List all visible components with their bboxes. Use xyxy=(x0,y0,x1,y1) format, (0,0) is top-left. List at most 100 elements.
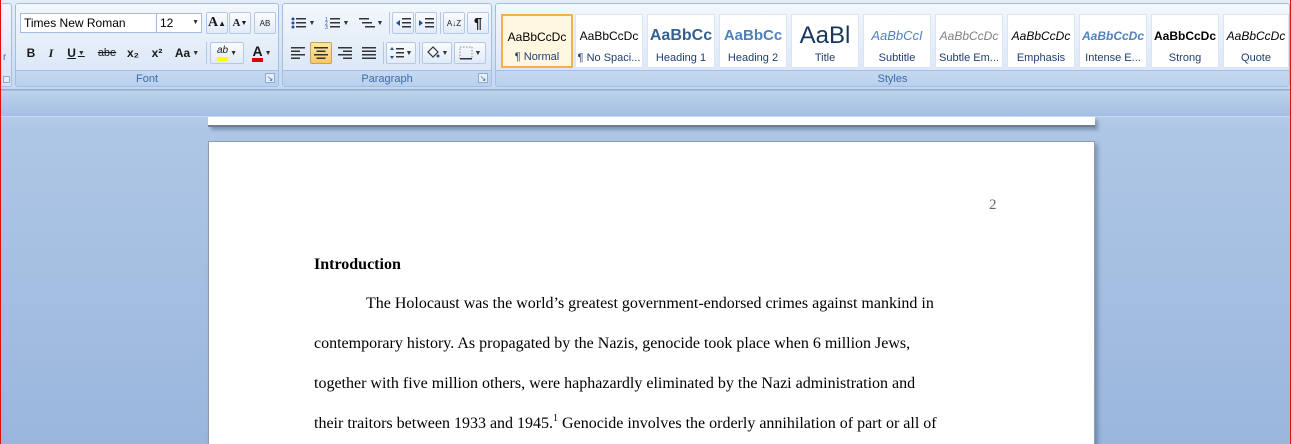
chevron-down-icon: ▼ xyxy=(192,19,199,26)
clear-formatting-button[interactable]: AB xyxy=(254,12,276,34)
style-subtitle[interactable]: AaBbCcI Subtitle xyxy=(863,14,931,68)
multilevel-list-button[interactable]: ▼ xyxy=(355,12,387,34)
document-area[interactable]: 2 Introduction The Holocaust was the wor… xyxy=(1,91,1290,444)
paragraph-group-label: Paragraph xyxy=(283,70,491,86)
style-normal[interactable]: AaBbCcDc ¶ Normal xyxy=(501,14,573,68)
footnote-reference[interactable]: 1 xyxy=(553,413,558,424)
paragraph-line: together with five million others, were … xyxy=(314,375,916,392)
shrink-font-button[interactable]: A ▼ xyxy=(229,12,251,34)
style-preview: AaBbCcDc xyxy=(579,29,639,43)
page-number: 2 xyxy=(989,197,997,213)
change-case-icon: Aa xyxy=(174,46,191,60)
chevron-down-icon: ▼ xyxy=(308,19,316,27)
align-center-button[interactable] xyxy=(310,42,332,64)
italic-icon: I xyxy=(48,45,54,60)
previous-page-bottom xyxy=(208,117,1095,127)
style-heading-1[interactable]: AaBbCc Heading 1 xyxy=(647,14,715,68)
style-preview: AaBbCcDc xyxy=(507,30,567,44)
highlight-icon: ab xyxy=(216,45,229,61)
borders-button[interactable]: ▼ xyxy=(454,42,486,64)
paragraph-line: their traitors between 1933 and 1945.1 G… xyxy=(314,404,1004,444)
font-color-button[interactable]: A ▼ xyxy=(246,42,278,64)
align-right-button[interactable] xyxy=(334,42,356,64)
line-text-before: their traitors between 1933 and 1945. xyxy=(314,415,554,432)
superscript-icon: x² xyxy=(151,46,163,60)
style-preview: AaBbCcDc xyxy=(1011,29,1071,43)
style-name: Title xyxy=(814,52,836,64)
document-heading: Introduction xyxy=(314,256,401,273)
sort-icon: A↓Z xyxy=(446,18,462,28)
style-name: Subtle Em... xyxy=(939,52,999,64)
styles-group: AaBbCcDc ¶ Normal AaBbCcDc ¶ No Spaci...… xyxy=(495,3,1290,87)
font-size-dropdown[interactable]: 12 ▼ xyxy=(156,13,202,33)
shading-button[interactable]: ▼ xyxy=(422,42,452,64)
ribbon: r Times New Roman ▼ 12 ▼ A▲ A▼ AB B I U▼… xyxy=(1,0,1290,90)
italic-button[interactable]: I xyxy=(42,42,60,64)
document-page[interactable]: 2 Introduction The Holocaust was the wor… xyxy=(208,141,1095,444)
style-preview: AaBbCcDc xyxy=(1153,29,1216,43)
bold-button[interactable]: B xyxy=(22,42,40,64)
style-emphasis[interactable]: AaBbCcDc Emphasis xyxy=(1007,14,1075,68)
style-name: Heading 2 xyxy=(727,52,779,64)
style-preview: AaBbCcDc xyxy=(939,29,999,43)
document-paragraph[interactable]: The Holocaust was the world’s greatest g… xyxy=(314,284,1004,444)
strikethrough-button[interactable]: abe xyxy=(94,42,120,64)
increase-indent-icon xyxy=(419,18,434,28)
chevron-down-icon: ▼ xyxy=(264,49,272,57)
underline-button[interactable]: U ▼ xyxy=(62,42,90,64)
clipboard-group-edge: r xyxy=(2,3,12,87)
separator xyxy=(383,42,384,64)
style-name: Quote xyxy=(1241,52,1271,64)
style-strong[interactable]: AaBbCcDc Strong xyxy=(1151,14,1219,68)
line-text-after: Genocide involves the orderly annihilati… xyxy=(558,415,937,432)
font-name-dropdown[interactable]: Times New Roman ▼ xyxy=(20,13,170,33)
superscript-button[interactable]: x² xyxy=(146,42,168,64)
numbering-icon: 123 xyxy=(325,17,340,30)
chevron-down-icon: ▼ xyxy=(342,19,350,27)
paragraph-group: ▼ 1 2 3 ▼ ▼ A↓Z ¶ ▼ ▼ ▼ Paragraph ↘ xyxy=(282,3,492,87)
strikethrough-icon: abe xyxy=(97,47,117,59)
style-title[interactable]: AaBl Title xyxy=(791,14,859,68)
style-name: Heading 1 xyxy=(655,52,707,64)
justify-button[interactable] xyxy=(358,42,380,64)
clipboard-launcher[interactable] xyxy=(3,76,10,83)
font-group-label: Font xyxy=(16,70,278,86)
bullets-button[interactable]: ▼ xyxy=(287,12,319,34)
borders-icon xyxy=(459,46,473,60)
align-left-button[interactable] xyxy=(287,42,309,64)
increase-indent-button[interactable] xyxy=(415,12,437,34)
numbering-button[interactable]: 1 2 3 ▼ xyxy=(321,12,353,34)
grow-font-icon: A xyxy=(207,15,219,30)
multilevel-list-icon xyxy=(358,18,375,28)
style-name: Subtitle xyxy=(878,52,916,64)
separator xyxy=(419,42,420,64)
chevron-down-icon: ▼ xyxy=(405,49,413,57)
font-name-value: Times New Roman xyxy=(24,16,126,30)
style-heading-2[interactable]: AaBbCc Heading 2 xyxy=(719,14,787,68)
font-dialog-launcher-icon[interactable]: ↘ xyxy=(265,73,275,83)
style-no-spacing[interactable]: AaBbCcDc ¶ No Spaci... xyxy=(575,14,643,68)
chevron-down-icon: ▼ xyxy=(77,49,85,57)
style-intense-emphasis[interactable]: AaBbCcDc Intense E... xyxy=(1079,14,1147,68)
shrink-font-icon: A xyxy=(232,17,241,29)
clipboard-edge-label: r xyxy=(3,52,7,63)
style-quote[interactable]: AaBbCcDc Quote xyxy=(1223,14,1289,68)
subscript-icon: x₂ xyxy=(126,46,139,60)
font-size-value: 12 xyxy=(160,16,174,30)
style-preview: AaBbCc xyxy=(649,27,713,44)
decrease-indent-button[interactable] xyxy=(392,12,414,34)
style-name: Strong xyxy=(1168,52,1202,64)
chevron-down-icon: ▼ xyxy=(230,49,238,57)
highlight-color-button[interactable]: ab ▼ xyxy=(210,42,244,64)
show-hide-button[interactable]: ¶ xyxy=(467,12,489,34)
style-preview: AaBbCcI xyxy=(871,28,923,43)
style-subtle-emphasis[interactable]: AaBbCcDc Subtle Em... xyxy=(935,14,1003,68)
subscript-button[interactable]: x₂ xyxy=(122,42,144,64)
paragraph-dialog-launcher-icon[interactable]: ↘ xyxy=(478,73,488,83)
line-spacing-button[interactable]: ▼ xyxy=(386,42,416,64)
chevron-down-icon: ▼ xyxy=(192,49,200,57)
change-case-button[interactable]: Aa ▼ xyxy=(170,42,204,64)
sort-button[interactable]: A↓Z xyxy=(443,12,465,34)
grow-font-button[interactable]: A ▲ xyxy=(206,12,228,34)
font-color-icon: A xyxy=(252,44,263,62)
